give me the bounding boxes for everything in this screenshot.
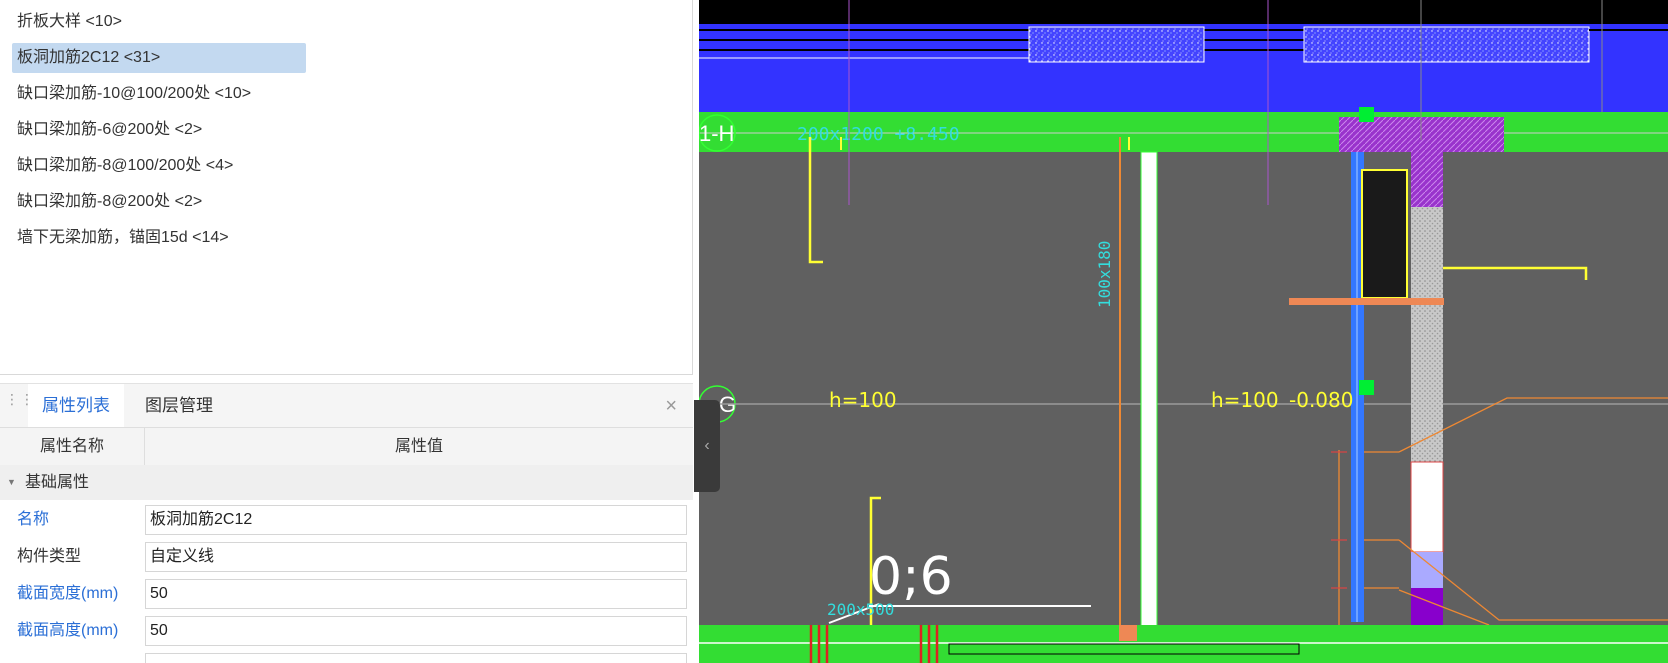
property-row: 构件类型 自定义线 xyxy=(0,538,693,575)
property-label: 截面宽度(mm) xyxy=(17,585,119,602)
list-item-selected[interactable]: 板洞加筋2C12 <31> xyxy=(12,43,306,73)
property-label: 构件类型 xyxy=(17,548,82,565)
property-label: 截面高度(mm) xyxy=(17,622,119,639)
property-value-field[interactable]: 50 xyxy=(145,616,687,646)
property-table-header: 属性名称 属性值 xyxy=(0,427,693,466)
properties-panel: ⋮⋮ 属性列表 图层管理 × 属性名称 属性值 ▼ 基础属性 名称 板洞加筋2C… xyxy=(0,383,693,663)
group-label: 基础属性 xyxy=(25,474,90,491)
property-row: 截面高度(mm) 50 xyxy=(0,612,693,649)
close-icon[interactable]: × xyxy=(665,384,677,428)
panel-collapse-button[interactable]: ‹ xyxy=(694,400,720,492)
beam-bottom-label: 200x500 xyxy=(827,600,894,619)
axis-marker-h: 1-H xyxy=(699,114,736,152)
tab-property-list[interactable]: 属性列表 xyxy=(28,384,124,428)
svg-text:1-H: 1-H xyxy=(699,121,734,146)
list-item[interactable]: 墙下无梁加筋，锚固15d <14> xyxy=(12,223,234,253)
beam-top-label: 200x1200 +8.450 xyxy=(797,124,960,145)
tab-layer-management[interactable]: 图层管理 xyxy=(131,384,227,428)
list-item[interactable]: 缺口梁加筋-8@200处 <2> xyxy=(12,187,207,217)
list-item[interactable]: 缺口梁加筋-6@200处 <2> xyxy=(12,115,207,145)
drag-handle-icon[interactable]: ⋮⋮ xyxy=(5,392,34,406)
slab-right-label: h=100 xyxy=(1211,388,1279,412)
left-panel: 折板大样 <10> 板洞加筋2C12 <31> 缺口梁加筋-10@100/200… xyxy=(0,0,693,663)
beam-bottom xyxy=(699,625,1668,663)
top-black-band xyxy=(699,0,1668,24)
property-value-field[interactable]: 50 xyxy=(145,579,687,609)
list-item[interactable]: 缺口梁加筋-10@100/200处 <10> xyxy=(12,79,256,109)
property-value-field[interactable]: 自定义线 xyxy=(145,542,687,572)
section-vertical-label: 100x180 xyxy=(1095,241,1114,308)
slab-left-label: h=100 xyxy=(829,388,897,412)
property-row xyxy=(0,649,693,663)
property-group-basic[interactable]: ▼ 基础属性 xyxy=(0,465,693,500)
component-list: 折板大样 <10> 板洞加筋2C12 <31> 缺口梁加筋-10@100/200… xyxy=(0,0,693,375)
large-label: 0;6 xyxy=(869,547,953,607)
panel-tab-bar: ⋮⋮ 属性列表 图层管理 × xyxy=(0,383,693,428)
property-row: 名称 板洞加筋2C12 xyxy=(0,501,693,538)
property-value-field[interactable]: 板洞加筋2C12 xyxy=(145,505,687,535)
collapse-triangle-icon[interactable]: ▼ xyxy=(7,465,16,500)
header-property-name: 属性名称 xyxy=(0,428,145,465)
property-label: 名称 xyxy=(17,511,50,528)
elevation-label: -0.080 xyxy=(1289,388,1353,412)
property-value-field[interactable] xyxy=(145,653,687,663)
list-item[interactable]: 折板大样 <10> xyxy=(12,7,127,37)
header-property-value: 属性值 xyxy=(394,438,443,455)
list-item[interactable]: 缺口梁加筋-8@100/200处 <4> xyxy=(12,151,238,181)
cad-drawing-canvas[interactable]: 1-H G 200x1200 +8.450 100x180 h=100 h=10… xyxy=(699,0,1668,663)
property-row: 截面宽度(mm) 50 xyxy=(0,575,693,612)
wall-band xyxy=(699,24,1668,112)
